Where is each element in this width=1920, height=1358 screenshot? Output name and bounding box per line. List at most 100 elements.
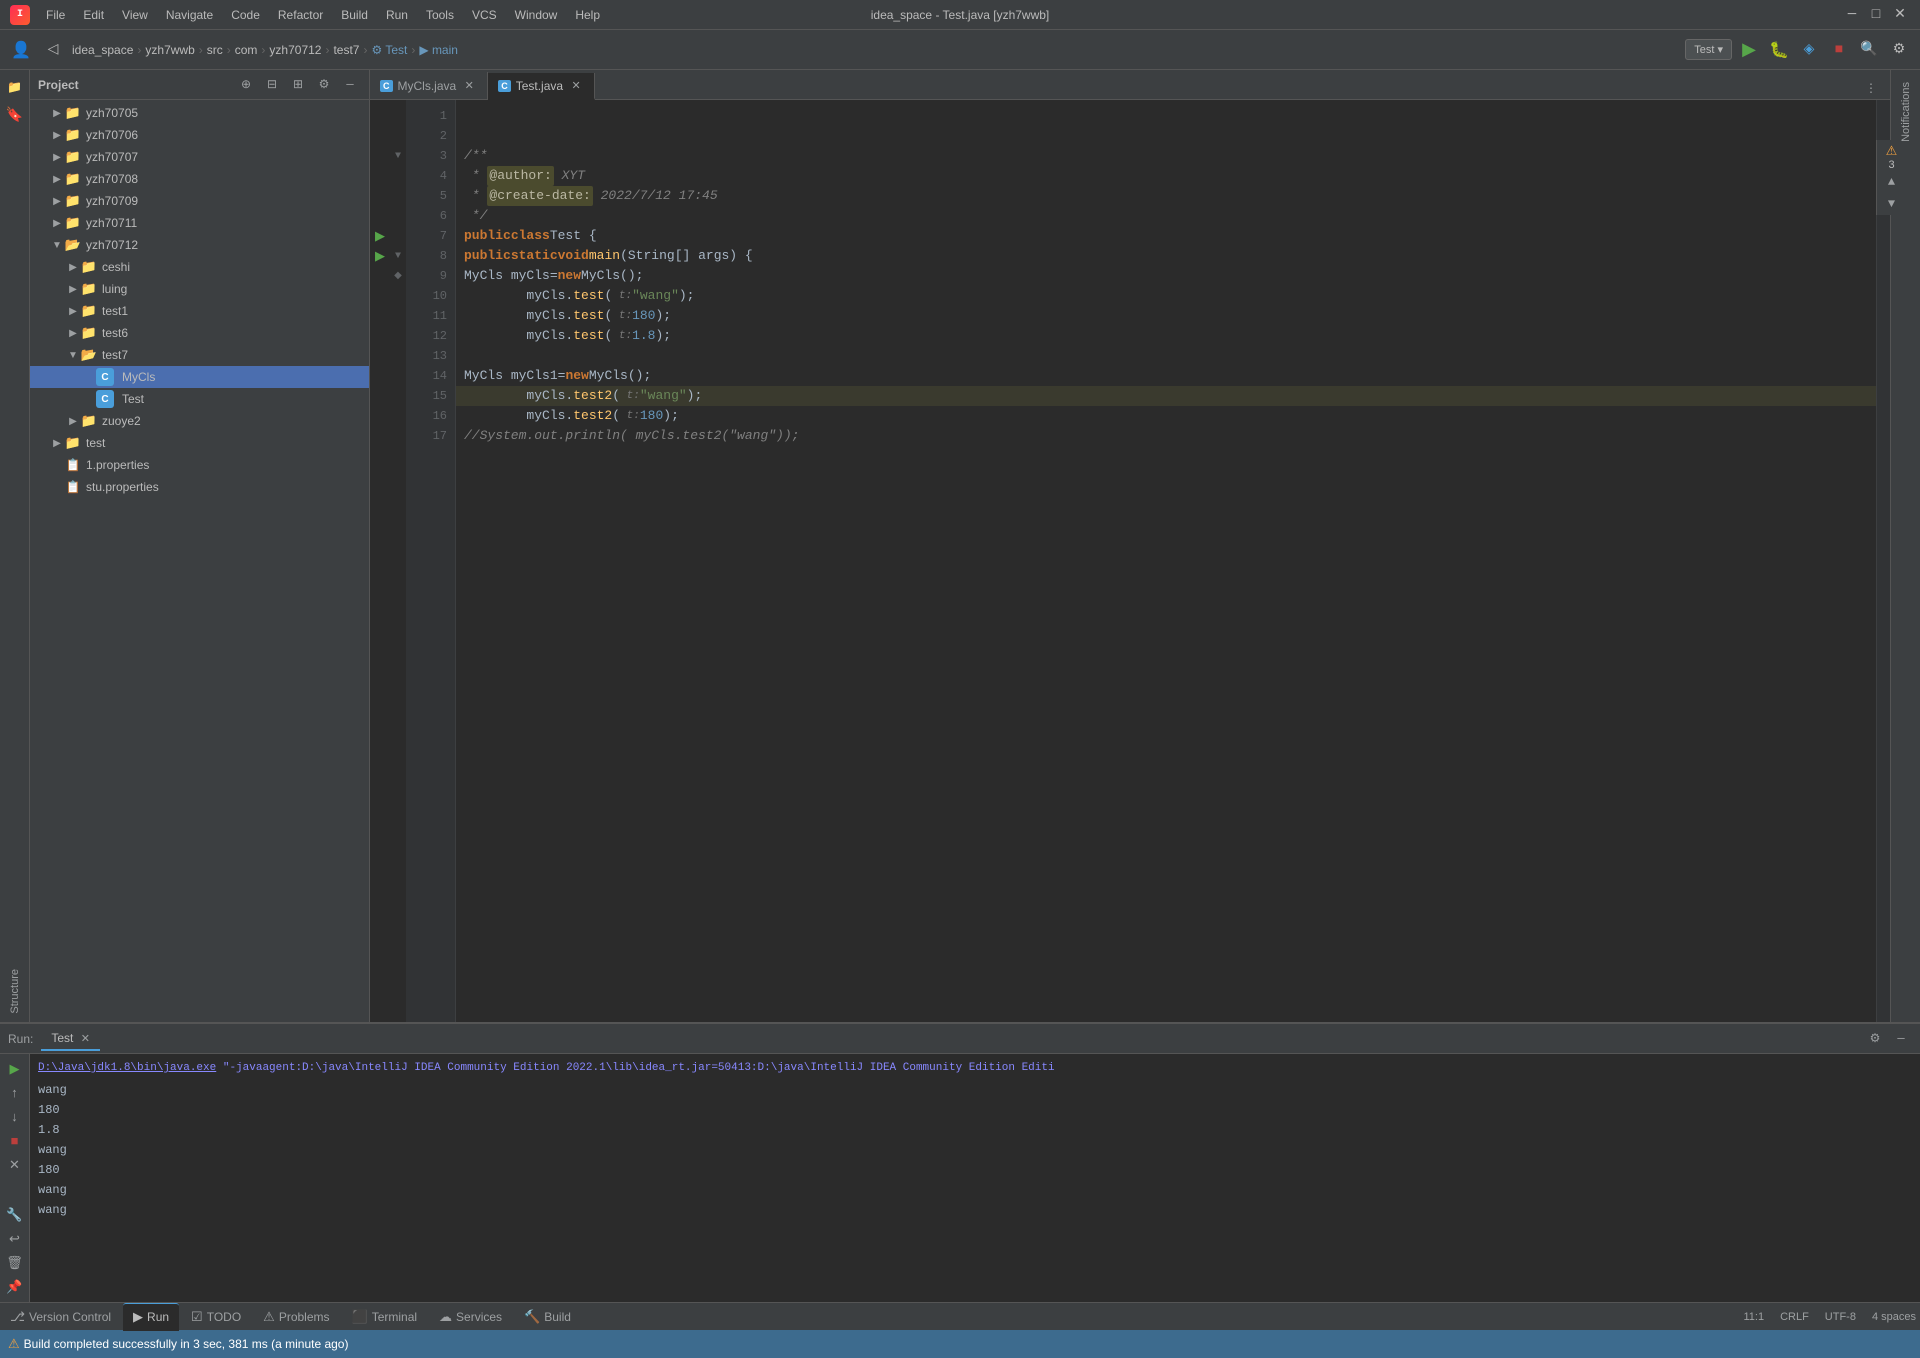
- bottom-tab-todo[interactable]: ☑ TODO: [181, 1303, 251, 1331]
- run-scroll-down-button[interactable]: ↓: [4, 1106, 26, 1128]
- tab-close-test[interactable]: ✕: [568, 78, 584, 94]
- coverage-button[interactable]: ◈: [1796, 37, 1822, 63]
- tree-item-test-folder[interactable]: ▶ 📁 test: [30, 432, 369, 454]
- run-filter-button[interactable]: 🔧: [4, 1204, 26, 1226]
- breadcrumb-idea-space[interactable]: idea_space: [72, 43, 133, 57]
- tree-item-yzh70706[interactable]: ▶ 📁 yzh70706: [30, 124, 369, 146]
- run-close-button[interactable]: ✕: [4, 1154, 26, 1176]
- menu-navigate[interactable]: Navigate: [158, 6, 221, 24]
- breadcrumb-src[interactable]: src: [207, 43, 223, 57]
- tab-close-mycls[interactable]: ✕: [461, 78, 477, 94]
- breadcrumb-yzh70712[interactable]: yzh70712: [269, 43, 321, 57]
- indent-indicator[interactable]: 4 spaces: [1868, 1309, 1920, 1325]
- tree-item-test1[interactable]: ▶ 📁 test1: [30, 300, 369, 322]
- expand-warnings-up[interactable]: ▲: [1881, 171, 1891, 193]
- tree-item-test7[interactable]: ▼ 📂 test7: [30, 344, 369, 366]
- maximize-button[interactable]: □: [1866, 5, 1886, 25]
- tree-item-yzh70711[interactable]: ▶ 📁 yzh70711: [30, 212, 369, 234]
- run-tab-close[interactable]: ✕: [81, 1033, 90, 1045]
- project-locate-button[interactable]: ⊕: [235, 74, 257, 96]
- tree-item-test6[interactable]: ▶ 📁 test6: [30, 322, 369, 344]
- bottom-tab-run[interactable]: ▶ Run: [123, 1303, 179, 1331]
- close-button[interactable]: ✕: [1890, 5, 1910, 25]
- fold-btn-3[interactable]: ▼: [390, 146, 406, 166]
- expand-warnings-down[interactable]: ▼: [1881, 193, 1891, 215]
- tab-test[interactable]: C Test.java ✕: [488, 73, 595, 100]
- debug-button[interactable]: 🐛: [1766, 37, 1792, 63]
- sidebar-bookmarks-icon[interactable]: 🔖: [2, 102, 28, 128]
- code-line-15: myCls.test2( t: "wang");: [456, 386, 1876, 406]
- minimize-button[interactable]: ─: [1842, 5, 1862, 25]
- tree-item-mycls[interactable]: C MyCls: [30, 366, 369, 388]
- tree-item-yzh70709[interactable]: ▶ 📁 yzh70709: [30, 190, 369, 212]
- bottom-tab-services[interactable]: ☁ Services: [429, 1303, 512, 1331]
- stop-button[interactable]: ■: [1826, 37, 1852, 63]
- bottom-tab-problems[interactable]: ⚠ Problems: [253, 1303, 339, 1331]
- run-panel-minimize[interactable]: ─: [1890, 1028, 1912, 1050]
- breadcrumb-test-class[interactable]: ⚙ Test: [371, 43, 407, 57]
- run-wrap-button[interactable]: ↩: [4, 1228, 26, 1250]
- position-indicator[interactable]: 11:1: [1739, 1309, 1768, 1325]
- menu-file[interactable]: File: [38, 6, 73, 24]
- run-rerun-button[interactable]: ▶: [4, 1058, 26, 1080]
- project-expand-button[interactable]: ⊞: [287, 74, 309, 96]
- notifications-label[interactable]: Notifications: [1894, 74, 1918, 150]
- breadcrumb-com[interactable]: com: [235, 43, 258, 57]
- breadcrumb-test7[interactable]: test7: [333, 43, 359, 57]
- tree-item-stu-properties[interactable]: 📋 stu.properties: [30, 476, 369, 498]
- menu-view[interactable]: View: [114, 6, 156, 24]
- menu-refactor[interactable]: Refactor: [270, 6, 331, 24]
- run-panel-settings[interactable]: ⚙: [1864, 1028, 1886, 1050]
- sidebar-project-icon[interactable]: 📁: [2, 74, 28, 100]
- tree-item-yzh70708[interactable]: ▶ 📁 yzh70708: [30, 168, 369, 190]
- bottom-tab-version-control[interactable]: ⎇ Version Control: [0, 1303, 121, 1331]
- run-pin-button[interactable]: 📌: [4, 1276, 26, 1298]
- tab-mycls[interactable]: C MyCls.java ✕: [370, 72, 488, 99]
- run-class-button[interactable]: ▶: [370, 246, 390, 266]
- encoding-indicator[interactable]: UTF-8: [1821, 1309, 1860, 1325]
- tree-item-zuoye2[interactable]: ▶ 📁 zuoye2: [30, 410, 369, 432]
- bottom-tab-terminal[interactable]: ⬛ Terminal: [342, 1303, 428, 1331]
- tree-item-yzh70712[interactable]: ▼ 📂 yzh70712: [30, 234, 369, 256]
- run-scroll-up-button[interactable]: ↑: [4, 1082, 26, 1104]
- tree-item-yzh70707[interactable]: ▶ 📁 yzh70707: [30, 146, 369, 168]
- profile-button[interactable]: 👤: [8, 37, 34, 63]
- fold-btn-8[interactable]: ▼: [390, 246, 406, 266]
- menu-vcs[interactable]: VCS: [464, 6, 505, 24]
- menu-code[interactable]: Code: [223, 6, 268, 24]
- project-close-button[interactable]: ─: [339, 74, 361, 96]
- menu-build[interactable]: Build: [333, 6, 376, 24]
- menu-window[interactable]: Window: [507, 6, 566, 24]
- run-clear-button[interactable]: 🗑: [4, 1252, 26, 1274]
- run-main-button[interactable]: ▶: [370, 226, 390, 246]
- project-settings-button[interactable]: ⚙: [313, 74, 335, 96]
- tree-item-luing[interactable]: ▶ 📁 luing: [30, 278, 369, 300]
- code-content[interactable]: /** * @author: XYT * @create-date: 2022/…: [456, 100, 1876, 1022]
- settings-button[interactable]: ⚙: [1886, 37, 1912, 63]
- menu-tools[interactable]: Tools: [418, 6, 462, 24]
- search-button[interactable]: 🔍: [1856, 37, 1882, 63]
- menu-edit[interactable]: Edit: [75, 6, 112, 24]
- menu-run[interactable]: Run: [378, 6, 416, 24]
- tab-settings-button[interactable]: ⋮: [1860, 77, 1882, 99]
- java-exe-link[interactable]: D:\Java\jdk1.8\bin\java.exe: [38, 1062, 216, 1074]
- menu-help[interactable]: Help: [567, 6, 608, 24]
- project-collapse-button[interactable]: ⊟: [261, 74, 283, 96]
- tree-item-yzh70705[interactable]: ▶ 📁 yzh70705: [30, 102, 369, 124]
- run-tab-test[interactable]: Test ✕: [41, 1027, 100, 1051]
- bottom-tab-build[interactable]: 🔨 Build: [514, 1303, 581, 1331]
- tree-item-1properties[interactable]: 📋 1.properties: [30, 454, 369, 476]
- sidebar-structure-icon[interactable]: Structure: [2, 961, 28, 1022]
- back-button[interactable]: ◁: [40, 37, 66, 63]
- breadcrumb-yzh7wwb[interactable]: yzh7wwb: [145, 43, 194, 57]
- line-separator-indicator[interactable]: CRLF: [1776, 1309, 1813, 1325]
- run-stop-button[interactable]: ■: [4, 1130, 26, 1152]
- tree-item-ceshi[interactable]: ▶ 📁 ceshi: [30, 256, 369, 278]
- tree-label-mycls: MyCls: [122, 370, 155, 384]
- breadcrumb-main-method[interactable]: ▶ main: [419, 43, 458, 57]
- run-button[interactable]: ▶: [1736, 37, 1762, 63]
- warning-count: 3: [1888, 159, 1890, 171]
- run-config-selector[interactable]: Test ▾: [1685, 39, 1732, 60]
- bookmark-btn-8[interactable]: ◆: [390, 266, 406, 286]
- tree-item-test[interactable]: C Test: [30, 388, 369, 410]
